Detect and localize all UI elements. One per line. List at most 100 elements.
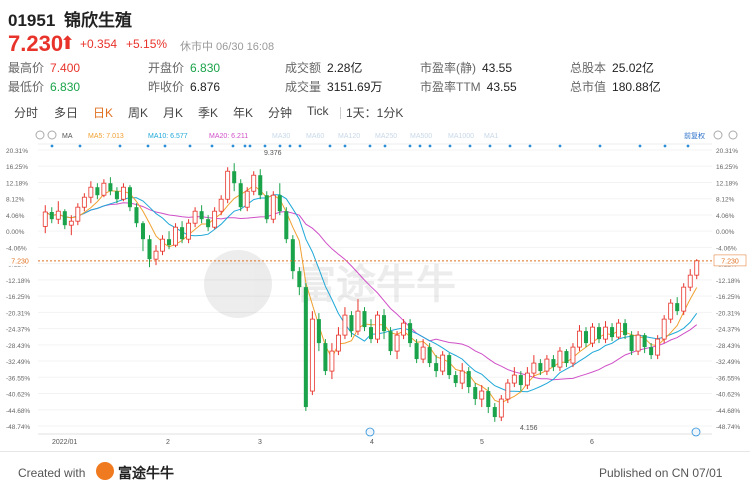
candle-body	[342, 314, 348, 336]
event-marker	[78, 144, 82, 148]
event-markers	[50, 144, 690, 148]
tab-1day-1min[interactable]: 1天：1分K	[346, 104, 403, 121]
candle-body	[62, 211, 67, 226]
stat-pe-static: 市盈率(静) 43.55	[420, 59, 512, 76]
stat-total-shares: 总股本 25.02亿	[570, 59, 654, 76]
candle-body	[635, 334, 641, 352]
event-e-icon[interactable]	[365, 427, 375, 437]
y-tick-label-left: -16.25%	[6, 294, 30, 301]
candle-body	[349, 315, 354, 332]
candle-body	[336, 334, 341, 352]
candle-body	[264, 195, 269, 220]
y-tick-label-left: -48.74%	[6, 424, 30, 431]
candle-body	[134, 207, 139, 224]
stat-high: 最高价 7.400	[8, 59, 80, 76]
candle-body	[382, 315, 387, 332]
stat-label: 成交额	[285, 61, 322, 75]
event-marker	[468, 144, 472, 148]
y-tick-label-right: -16.25%	[716, 294, 740, 301]
candle-body	[88, 186, 94, 198]
stat-label: 昨收价	[148, 80, 185, 94]
tab-tick[interactable]: Tick	[307, 104, 329, 118]
brand-name: 富途牛牛	[118, 465, 174, 481]
tab-multi-day[interactable]: 多日	[54, 104, 78, 121]
x-tick-label: 3	[258, 439, 262, 446]
candle-body	[270, 194, 276, 220]
candle-body	[218, 198, 224, 212]
candle-body	[401, 322, 406, 336]
y-axis-left: 20.31% 16.25% 12.18% 8.12% 4.06% 0.00% -4.06% -…	[6, 148, 30, 431]
zoom-out-icon[interactable]	[713, 130, 723, 140]
legend-adjust[interactable]: 前复权	[684, 131, 705, 140]
y-tick-label-right: -28.43%	[716, 343, 740, 350]
event-marker	[488, 144, 492, 148]
candle-body	[486, 391, 491, 408]
candle-body	[355, 310, 361, 332]
stock-title: 01951 锦欣生殖	[8, 6, 132, 31]
event-marker	[558, 144, 562, 148]
candle-body	[408, 323, 413, 344]
candle-body	[303, 287, 308, 408]
candle-body	[642, 335, 647, 348]
stat-label: 开盘价	[148, 61, 185, 75]
event-marker	[598, 144, 602, 148]
candle-body	[551, 359, 556, 368]
published-text: Published on CN 07/01	[599, 466, 723, 480]
zoom-in-icon[interactable]	[728, 130, 738, 140]
settings-icon[interactable]	[35, 130, 45, 140]
candle-body	[127, 187, 132, 208]
tab-daily-k[interactable]: 日K	[93, 104, 113, 121]
candle-body	[362, 311, 367, 328]
candle-body	[544, 358, 550, 372]
current-price-label-left: 7.230	[11, 258, 29, 265]
candle-body	[173, 226, 178, 246]
candle-body	[681, 286, 687, 312]
candle-body	[590, 326, 595, 344]
candle-body	[564, 351, 569, 364]
stat-turnover: 成交额 2.28亿	[285, 59, 362, 76]
watermark: 富途牛牛	[204, 250, 456, 318]
tab-quarterly-k[interactable]: 季K	[198, 104, 218, 121]
legend-ma120: MA120	[338, 133, 360, 140]
x-tick-label: 5	[480, 439, 484, 446]
tab-weekly-k[interactable]: 周K	[128, 104, 148, 121]
candle-body	[597, 327, 602, 340]
candle-body	[434, 363, 439, 372]
candle-body	[538, 363, 543, 372]
candle-body	[505, 382, 511, 400]
eye-icon[interactable]	[47, 130, 57, 140]
futu-logo-icon	[96, 462, 114, 480]
candle-body	[297, 271, 302, 288]
event-e-icon-2[interactable]	[691, 427, 701, 437]
y-tick-label-right: -48.74%	[716, 424, 740, 431]
stat-value: 6.830	[50, 80, 81, 94]
event-marker	[508, 144, 512, 148]
tab-minute[interactable]: 分钟	[268, 104, 292, 121]
candle-body	[518, 375, 523, 386]
candle-body	[121, 186, 126, 200]
stat-value: 43.55	[482, 61, 513, 75]
stock-code: 01951	[8, 11, 56, 30]
event-marker	[248, 144, 252, 148]
legend-ma10: MA10: 6.577	[148, 133, 188, 140]
y-tick-label-left: 16.25%	[6, 164, 28, 171]
legend-ma60: MA60	[306, 133, 324, 140]
candle-body	[427, 347, 432, 364]
event-marker	[428, 144, 432, 148]
event-marker	[288, 144, 292, 148]
event-marker	[188, 144, 192, 148]
y-tick-label-left: -36.55%	[6, 375, 30, 382]
watermark-text: 富途牛牛	[296, 262, 456, 307]
legend-ma250: MA250	[375, 133, 397, 140]
stat-pe-ttm: 市盈率TTM 43.55	[420, 78, 517, 95]
candle-body	[687, 274, 693, 288]
tab-yearly-k[interactable]: 年K	[233, 104, 253, 121]
event-marker	[146, 144, 150, 148]
candle-body	[244, 190, 250, 208]
candle-body	[668, 302, 674, 320]
legend-ma: MA	[62, 133, 73, 140]
tab-intraday[interactable]: 分时	[14, 104, 38, 121]
event-marker	[343, 144, 347, 148]
tab-monthly-k[interactable]: 月K	[163, 104, 183, 121]
candle-body	[414, 343, 419, 360]
